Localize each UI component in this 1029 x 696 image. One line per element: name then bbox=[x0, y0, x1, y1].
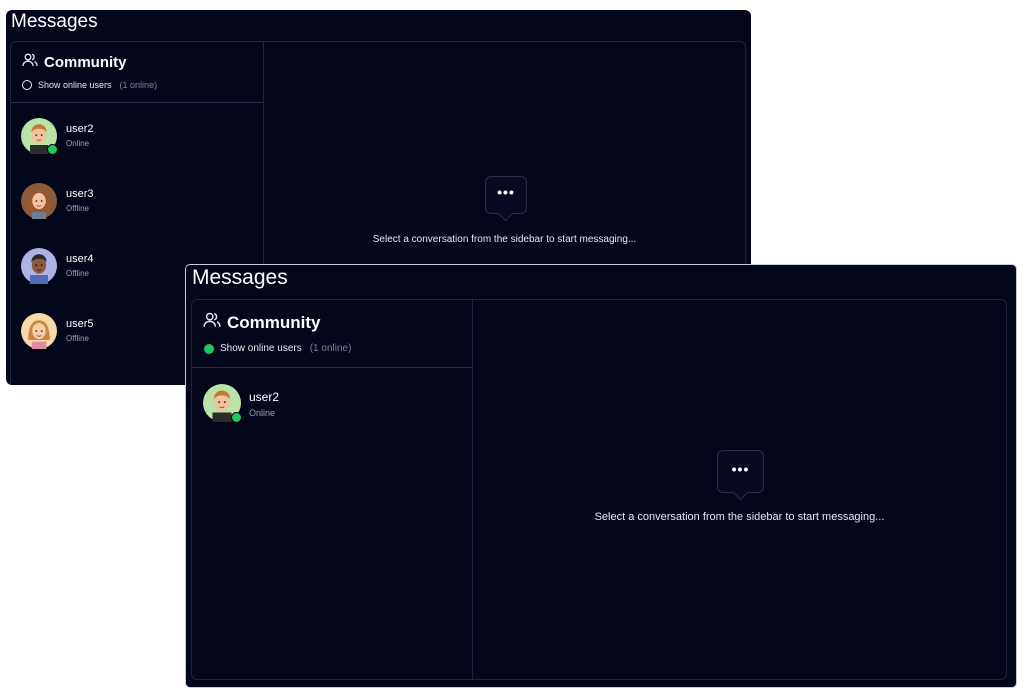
avatar bbox=[21, 183, 57, 219]
avatar bbox=[21, 313, 57, 349]
user-name: user4 bbox=[66, 253, 94, 265]
user-status: Online bbox=[249, 408, 276, 418]
toggle-label: Show online users bbox=[220, 343, 302, 354]
avatar bbox=[21, 118, 58, 155]
user-name: user3 bbox=[66, 188, 94, 200]
user-list-item[interactable]: user2 Online bbox=[11, 118, 263, 183]
users-icon bbox=[203, 312, 221, 333]
conversation-area: ••• Select a conversation from the sideb… bbox=[473, 300, 1006, 679]
chat-bubble-icon: ••• bbox=[717, 450, 764, 501]
online-count: (1 online) bbox=[309, 343, 352, 354]
community-title: Community bbox=[227, 312, 321, 332]
messages-window-front: Messages Community Show online users (1 … bbox=[185, 264, 1017, 688]
sidebar-header: Community Show online users (1 online) bbox=[11, 42, 263, 103]
avatar bbox=[21, 248, 57, 284]
toggle-off-icon[interactable] bbox=[22, 80, 32, 90]
sidebar-header: Community Show online users (1 online) bbox=[192, 300, 472, 368]
user-status: Online bbox=[66, 139, 90, 148]
empty-state-hint: Select a conversation from the sidebar t… bbox=[372, 234, 637, 245]
toggle-label: Show online users bbox=[38, 80, 112, 90]
messages-panel: Community Show online users (1 online) u… bbox=[191, 299, 1007, 680]
user-status: Offline bbox=[66, 204, 89, 213]
user-name: user2 bbox=[66, 123, 94, 135]
sidebar: Community Show online users (1 online) u… bbox=[192, 300, 473, 679]
avatar bbox=[203, 384, 242, 423]
user-name: user5 bbox=[66, 318, 94, 330]
empty-state-hint: Select a conversation from the sidebar t… bbox=[594, 511, 885, 523]
page-title: Messages bbox=[192, 266, 288, 289]
user-status: Offline bbox=[66, 334, 89, 343]
user-status: Offline bbox=[66, 269, 89, 278]
toggle-on-icon[interactable] bbox=[204, 343, 214, 354]
user-list: user2 Online bbox=[192, 384, 472, 449]
user-list-item[interactable]: user2 Online bbox=[192, 384, 472, 449]
show-online-toggle[interactable]: Show online users (1 online) bbox=[204, 343, 351, 354]
show-online-toggle[interactable]: Show online users (1 online) bbox=[22, 80, 157, 90]
online-count: (1 online) bbox=[119, 80, 158, 90]
users-icon bbox=[22, 53, 38, 72]
user-list-item[interactable]: user3 Offline bbox=[11, 183, 263, 248]
community-title: Community bbox=[44, 54, 127, 71]
online-status-dot bbox=[231, 412, 242, 423]
user-name: user2 bbox=[249, 390, 280, 404]
community-heading: Community bbox=[22, 53, 127, 72]
online-status-dot bbox=[47, 144, 58, 155]
chat-bubble-icon: ••• bbox=[485, 176, 527, 222]
page-title: Messages bbox=[11, 11, 98, 32]
community-heading: Community bbox=[203, 312, 321, 333]
